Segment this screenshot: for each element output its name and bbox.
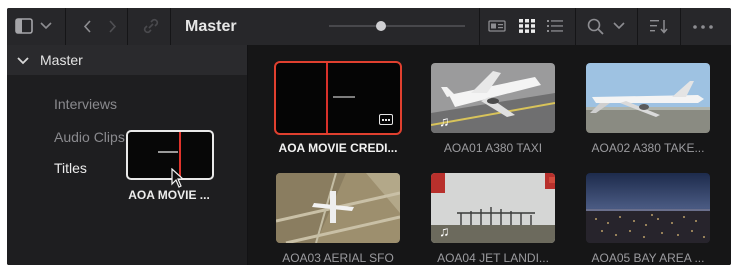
sidebar-item-titles[interactable]: Titles xyxy=(54,160,87,176)
chevron-down-icon[interactable] xyxy=(613,21,625,31)
clip-thumbnail[interactable]: ♫ xyxy=(431,63,555,133)
clip-label: AOA01 A380 TAXI xyxy=(443,141,543,155)
clip-thumbnail[interactable] xyxy=(586,173,710,243)
link-icon[interactable] xyxy=(142,17,160,35)
zoom-slider[interactable] xyxy=(329,25,465,27)
back-icon[interactable] xyxy=(83,20,92,33)
sidebar-master-label: Master xyxy=(40,52,83,68)
clip-thumbnail[interactable]: ♫ xyxy=(431,173,555,243)
clip-grid: AOA MOVIE CREDI... ♫ AOA01 A380 TAXI AOA… xyxy=(248,45,731,265)
clip-label: AOA03 AERIAL SFO xyxy=(282,251,394,265)
forward-icon[interactable] xyxy=(108,20,117,33)
clip-thumbnail[interactable] xyxy=(586,63,710,133)
clip-label: AOA04 JET LANDI... xyxy=(437,251,549,265)
sort-icon[interactable] xyxy=(650,19,668,34)
list-view-icon[interactable] xyxy=(547,19,563,33)
chevron-down-icon[interactable] xyxy=(17,53,29,71)
thumbnail-view-icon[interactable] xyxy=(519,19,535,33)
toolbar: Master xyxy=(7,8,731,46)
clip-label: AOA02 A380 TAKE... xyxy=(591,141,705,155)
bin-title: Master xyxy=(185,18,237,35)
dragged-clip-thumbnail[interactable] xyxy=(126,130,214,180)
media-pool-window: Master Master Interviews Audio Clips Tit… xyxy=(7,8,731,265)
mouse-pointer-icon xyxy=(171,167,185,193)
search-icon[interactable] xyxy=(587,18,604,35)
sidebar-toggle-icon[interactable] xyxy=(15,18,33,34)
clip-thumbnail[interactable] xyxy=(276,173,400,243)
dragged-clip-label: AOA MOVIE ... xyxy=(128,188,210,202)
chevron-down-icon[interactable] xyxy=(40,21,52,31)
more-icon[interactable] xyxy=(693,25,717,29)
clip-label: AOA MOVIE CREDI... xyxy=(278,141,398,155)
zoom-slider-handle[interactable] xyxy=(375,21,386,31)
audio-note-icon: ♫ xyxy=(439,223,450,239)
sidebar-item-interviews[interactable]: Interviews xyxy=(54,96,117,112)
audio-note-icon: ♫ xyxy=(439,113,450,129)
clip-label: AOA05 BAY AREA ... xyxy=(591,251,705,265)
clip-thumbnail[interactable] xyxy=(276,63,400,133)
sidebar-master-bin[interactable]: Master xyxy=(7,45,247,75)
metadata-view-icon[interactable] xyxy=(488,20,506,32)
options-badge-icon[interactable] xyxy=(379,114,393,125)
sidebar-item-audio-clips[interactable]: Audio Clips xyxy=(54,129,125,145)
